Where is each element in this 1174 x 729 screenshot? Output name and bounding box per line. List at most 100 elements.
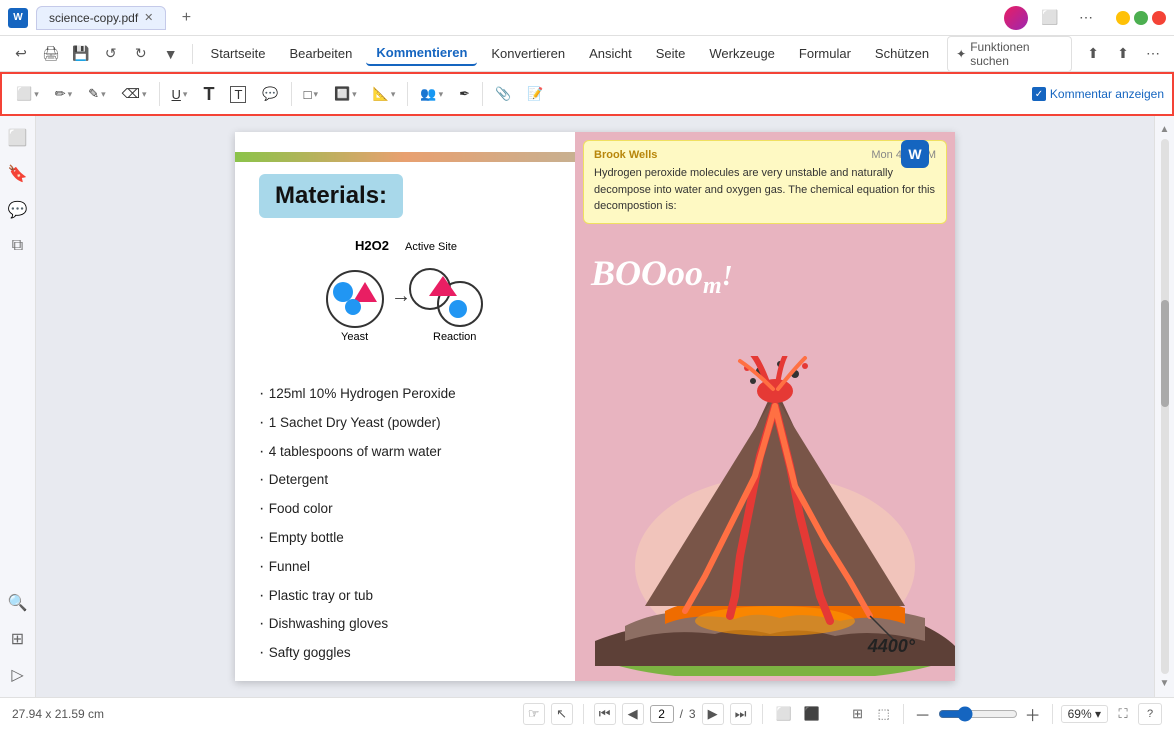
zoom-slider[interactable] bbox=[938, 706, 1018, 722]
scroll-down-icon[interactable]: ▼ bbox=[1160, 678, 1170, 689]
fit-width-button[interactable]: ⬛ bbox=[801, 703, 823, 725]
stamp-tool-button[interactable]: 🔲 ▾ bbox=[328, 82, 363, 106]
attach-tool-button[interactable]: 📎 bbox=[489, 82, 517, 106]
menu-ansicht[interactable]: Ansicht bbox=[579, 42, 642, 65]
fit-page-button[interactable]: ⬜ bbox=[773, 703, 795, 725]
dropdown-icon[interactable]: ▼ bbox=[158, 40, 184, 68]
path-tool-button[interactable]: ✒ bbox=[453, 82, 476, 106]
menu-bearbeiten[interactable]: Bearbeiten bbox=[279, 42, 362, 65]
document-dimensions: 27.94 x 21.59 cm bbox=[12, 707, 515, 721]
search-functions-input[interactable]: ✦ Funktionen suchen bbox=[947, 36, 1072, 72]
boom-text: BOOoom! bbox=[591, 252, 733, 300]
svg-text:Yeast: Yeast bbox=[341, 331, 368, 343]
sidebar-search-icon[interactable]: 🔍 bbox=[4, 589, 32, 617]
share-icon[interactable]: ⬆ bbox=[1080, 40, 1106, 68]
window-controls bbox=[1116, 11, 1166, 25]
underline-tool-button[interactable]: U ▾ bbox=[166, 83, 194, 106]
sidebar-expand-icon[interactable]: ▷ bbox=[4, 661, 32, 689]
next-page-button[interactable]: ▶ bbox=[702, 703, 724, 725]
list-item: Empty bottle bbox=[259, 524, 551, 553]
fullscreen-button[interactable]: ⛶ bbox=[1112, 703, 1134, 725]
upload-icon[interactable]: ⬆ bbox=[1110, 40, 1136, 68]
sidebar-comment-icon[interactable]: 💬 bbox=[4, 196, 32, 224]
title-bar-left: W science-copy.pdf ✕ + bbox=[8, 6, 1004, 30]
shape-tool-button[interactable]: □ ▾ bbox=[298, 83, 324, 106]
zoom-controls: ⊞ ⬚ － ＋ 69% ▾ ⛶ ? bbox=[847, 703, 1162, 725]
zoom-dropdown-icon[interactable]: ▾ bbox=[1095, 707, 1101, 721]
text-tool-button[interactable]: T bbox=[197, 80, 220, 109]
sidebar-layers2-icon[interactable]: ⊞ bbox=[4, 625, 32, 653]
last-page-button[interactable]: ⏭ bbox=[730, 703, 752, 725]
show-comment-toggle[interactable]: ✓ Kommentar anzeigen bbox=[1032, 87, 1164, 101]
people-dropdown-icon[interactable]: ▾ bbox=[439, 89, 444, 100]
avatar[interactable] bbox=[1004, 6, 1028, 30]
people-icon: 👥 bbox=[420, 86, 436, 102]
menu-kommentieren[interactable]: Kommentieren bbox=[366, 41, 477, 66]
redo-icon[interactable]: ↻ bbox=[128, 40, 154, 68]
svg-text:Reaction: Reaction bbox=[433, 331, 476, 343]
close-button[interactable] bbox=[1152, 11, 1166, 25]
zoom-level-display[interactable]: 69% ▾ bbox=[1061, 705, 1108, 723]
shape-dropdown-icon[interactable]: ▾ bbox=[313, 89, 318, 100]
view-toggle-button[interactable]: ⬚ bbox=[873, 703, 895, 725]
select-tool-button[interactable]: ⬜ ▾ bbox=[10, 82, 45, 106]
menu-seite[interactable]: Seite bbox=[646, 42, 696, 65]
callout-tool-button[interactable]: 💬 bbox=[256, 82, 284, 106]
menu-schuetzen[interactable]: Schützen bbox=[865, 42, 939, 65]
menu-werkzeuge[interactable]: Werkzeuge bbox=[699, 42, 785, 65]
materials-heading: Materials: bbox=[259, 174, 403, 218]
maximize-button[interactable] bbox=[1134, 11, 1148, 25]
eraser-tool-button[interactable]: ⌫ ▾ bbox=[116, 82, 153, 106]
menu-konvertieren[interactable]: Konvertieren bbox=[481, 42, 575, 65]
zoom-sep-2 bbox=[1052, 704, 1053, 724]
toolbar-sep-4 bbox=[482, 82, 483, 106]
menu-startseite[interactable]: Startseite bbox=[201, 42, 276, 65]
print-icon[interactable]: 🖨 bbox=[38, 40, 64, 68]
volcano-illustration bbox=[585, 356, 955, 681]
more-menu-icon[interactable]: ⋯ bbox=[1140, 40, 1166, 68]
measure-dropdown-icon[interactable]: ▾ bbox=[391, 89, 396, 100]
word-floating-icon[interactable]: W bbox=[901, 140, 929, 168]
comment-box: Brook Wells Mon 4:11 PM Hydrogen peroxid… bbox=[583, 140, 947, 224]
zoom-out-button[interactable]: － bbox=[912, 703, 934, 725]
underline-icon: U bbox=[172, 87, 181, 102]
textbox-tool-button[interactable]: T bbox=[224, 82, 252, 107]
pencil-dropdown-icon[interactable]: ▾ bbox=[101, 89, 106, 100]
zoom-in-button[interactable]: ＋ bbox=[1022, 703, 1044, 725]
more-options-icon[interactable]: ⋯ bbox=[1072, 4, 1100, 32]
menu-formular[interactable]: Formular bbox=[789, 42, 861, 65]
tab-close-icon[interactable]: ✕ bbox=[144, 11, 153, 24]
help-button[interactable]: ? bbox=[1138, 703, 1162, 725]
nav-sep-1 bbox=[583, 704, 584, 724]
sidebar-layers-icon[interactable]: ⧉ bbox=[4, 232, 32, 260]
annotate-tool-button[interactable]: ✏ ▾ bbox=[49, 82, 78, 106]
prev-page-button[interactable]: ◀ bbox=[622, 703, 644, 725]
underline-dropdown-icon[interactable]: ▾ bbox=[183, 89, 188, 100]
comment-author: Brook Wells bbox=[594, 149, 657, 161]
list-item: 4 tablespoons of warm water bbox=[259, 438, 551, 467]
note-tool-button[interactable]: 📝 bbox=[521, 82, 549, 106]
add-tab-button[interactable]: + bbox=[174, 6, 198, 30]
tab-item[interactable]: science-copy.pdf ✕ bbox=[36, 6, 166, 30]
people-tool-button[interactable]: 👥 ▾ bbox=[414, 82, 449, 106]
pencil-tool-button[interactable]: ✎ ▾ bbox=[82, 82, 111, 106]
cursor-tool-button[interactable]: ☞ bbox=[523, 703, 545, 725]
minimize-button[interactable] bbox=[1116, 11, 1130, 25]
measure-tool-button[interactable]: 📐 ▾ bbox=[367, 82, 402, 106]
annotate-dropdown-icon[interactable]: ▾ bbox=[68, 89, 73, 100]
current-page-input[interactable] bbox=[650, 705, 674, 723]
stamp-dropdown-icon[interactable]: ▾ bbox=[352, 89, 357, 100]
sidebar-bookmark-icon[interactable]: 🔖 bbox=[4, 160, 32, 188]
undo2-icon[interactable]: ↺ bbox=[98, 40, 124, 68]
scroll-up-icon[interactable]: ▲ bbox=[1160, 124, 1170, 135]
annotation-toolbar: ⬜ ▾ ✏ ▾ ✎ ▾ ⌫ ▾ U ▾ T T 💬 □ ▾ 🔲 ▾ 📐 ▾ 👥 … bbox=[0, 72, 1174, 116]
eraser-dropdown-icon[interactable]: ▾ bbox=[142, 89, 147, 100]
restore-icon[interactable]: ⬜ bbox=[1036, 4, 1064, 32]
save-icon[interactable]: 💾 bbox=[68, 40, 94, 68]
view-options-button[interactable]: ⊞ bbox=[847, 703, 869, 725]
first-page-button[interactable]: ⏮ bbox=[594, 703, 616, 725]
sidebar-pages-icon[interactable]: ⬜ bbox=[4, 124, 32, 152]
select-dropdown-icon[interactable]: ▾ bbox=[34, 89, 39, 100]
pointer-tool-button[interactable]: ↖ bbox=[551, 703, 573, 725]
undo-icon[interactable]: ↩ bbox=[8, 40, 34, 68]
